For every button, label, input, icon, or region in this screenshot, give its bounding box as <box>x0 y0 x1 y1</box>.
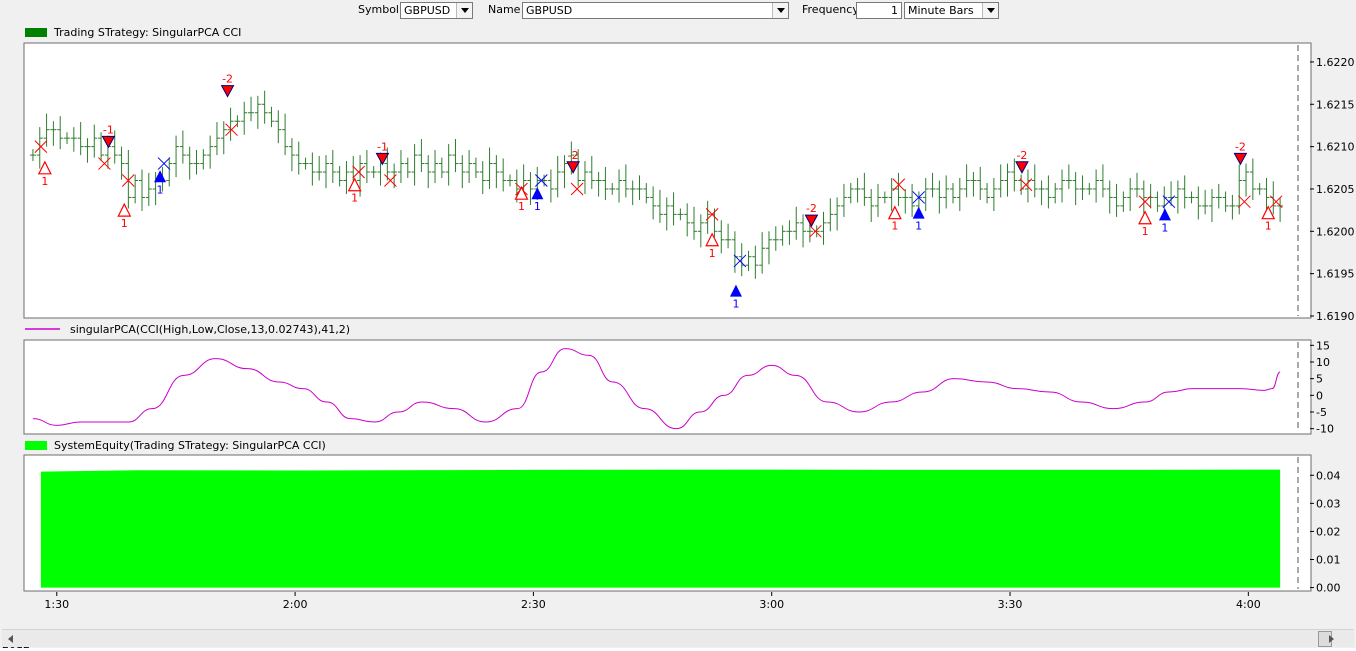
open-buy-label: 1 <box>1265 220 1272 233</box>
open-buy-label: 1 <box>41 175 48 188</box>
x-tick-label: 4:00 <box>1236 598 1261 611</box>
frequency-unit-value: Minute Bars <box>908 4 974 17</box>
y-tick-label: 0.02 <box>1316 525 1341 538</box>
buy-label: 1 <box>732 298 739 311</box>
buy-label: 1 <box>1161 221 1168 234</box>
y-tick-label: 1.6210 <box>1316 141 1355 154</box>
equity-legend: SystemEquity(Trading STrategy: SingularP… <box>54 439 326 452</box>
equity-area <box>40 469 1281 588</box>
frequency-unit-dropdown[interactable]: Minute Bars <box>904 2 999 19</box>
chart-workspace: Trading STrategy: SingularPCA CCI 1 -1 1 1-… <box>0 22 1356 651</box>
open-buy-label: 1 <box>709 247 716 260</box>
chevron-down-icon[interactable] <box>982 3 998 18</box>
x-tick-label: 2:30 <box>521 598 546 611</box>
price-legend-swatch <box>25 28 47 37</box>
y-tick-label: 0.03 <box>1316 497 1341 510</box>
x-tick-label: 2:00 <box>283 598 308 611</box>
sell-label: -2 <box>806 202 817 215</box>
y-tick-label: 10 <box>1316 356 1330 369</box>
y-tick-label: 0.01 <box>1316 554 1341 567</box>
name-dropdown[interactable]: GBPUSD <box>522 2 789 19</box>
chevron-down-icon[interactable] <box>456 3 472 18</box>
y-tick-label: 0.00 <box>1316 582 1341 595</box>
open-buy-label: 1 <box>1142 225 1149 238</box>
price-legend: Trading STrategy: SingularPCA CCI <box>53 26 241 39</box>
buy-label: 1 <box>157 183 164 196</box>
frequency-label: Frequency <box>802 3 859 16</box>
x-tick-label: 3:00 <box>759 598 784 611</box>
y-tick-label: 1.6195 <box>1316 268 1355 281</box>
sell-label: -1 <box>377 140 388 153</box>
price-pane <box>23 42 1312 319</box>
buy-label: 1 <box>534 200 541 213</box>
symbol-dropdown[interactable]: GBPUSD <box>400 2 473 19</box>
equity-legend-swatch <box>25 441 47 450</box>
open-buy-label: 1 <box>891 220 898 233</box>
symbol-value: GBPUSD <box>404 4 451 17</box>
x-tick-label: 3:30 <box>998 598 1023 611</box>
sell-label: -1 <box>103 123 114 136</box>
symbol-label: Symbol <box>358 3 399 16</box>
open-buy-label: 1 <box>518 200 525 213</box>
buy-label: 1 <box>915 220 922 233</box>
y-tick-label: 1.6215 <box>1316 98 1355 111</box>
name-value: GBPUSD <box>526 4 573 17</box>
y-tick-label: -5 <box>1316 406 1327 419</box>
y-tick-label: 1.6190 <box>1316 310 1355 323</box>
charts-canvas: Trading STrategy: SingularPCA CCI 1-111-… <box>23 26 1355 611</box>
indicator-legend: singularPCA(CCI(High,Low,Close,13,0.0274… <box>70 323 350 336</box>
sell-label: -2 <box>1235 140 1246 153</box>
name-label: Name <box>488 3 521 16</box>
open-buy-label: 1 <box>121 217 128 230</box>
chevron-down-icon[interactable] <box>772 3 788 18</box>
sell-label: -2 <box>222 73 233 86</box>
frequency-input[interactable]: 1 <box>856 2 902 19</box>
sell-label: -2 <box>1016 149 1027 162</box>
scroll-right-icon[interactable] <box>1323 631 1338 646</box>
horizontal-scrollbar[interactable] <box>2 629 1354 647</box>
y-tick-label: 0 <box>1316 389 1323 402</box>
y-tick-label: 15 <box>1316 339 1330 352</box>
sell-label: -2 <box>568 149 579 162</box>
y-tick-label: -10 <box>1316 423 1334 436</box>
open-buy-label: 1 <box>351 192 358 205</box>
y-tick-label: 1.6200 <box>1316 225 1355 238</box>
y-tick-label: 5 <box>1316 373 1323 386</box>
scroll-left-icon[interactable] <box>3 631 18 646</box>
toolbar: Symbol GBPUSD Name GBPUSD Frequency 1 Mi… <box>0 0 1356 22</box>
y-tick-label: 1.6220 <box>1316 56 1355 69</box>
y-tick-label: 1.6205 <box>1316 183 1355 196</box>
y-tick-label: 0.04 <box>1316 469 1341 482</box>
indicator-pane <box>23 339 1312 435</box>
x-tick-label: 1:30 <box>44 598 69 611</box>
